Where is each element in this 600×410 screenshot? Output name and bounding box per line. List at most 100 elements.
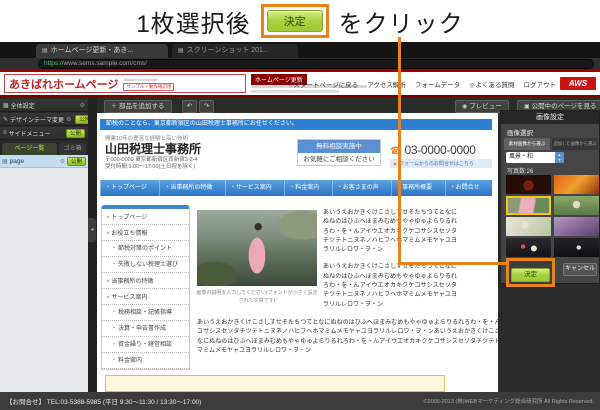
- paragraph: あいうえおかきくけこさしすせそたちつてとなにぬねのはひふへほまみむめもやゃゆゅよ…: [323, 209, 457, 255]
- service-logo-subtext: Akibare homepage: [123, 77, 174, 82]
- sidebar-collapse-handle[interactable]: ◂: [88, 218, 96, 242]
- page-favicon-icon: ▤: [42, 48, 48, 54]
- tab-title: ホームページ更新・あき...: [51, 47, 133, 54]
- aws-logo: AWS: [560, 77, 596, 90]
- panel-title: 画像設定: [501, 111, 599, 124]
- tab-uploaded-images[interactable]: 追加した画像から選ぶ: [552, 138, 598, 150]
- add-part-button[interactable]: ＋部品を追加する: [104, 100, 172, 113]
- menu-item[interactable]: 当事務所の特徴: [102, 273, 189, 289]
- page-name: page: [10, 158, 24, 165]
- article-paragraph-wide: あいうえおかきくけこさしすせそたちつてとなにぬねのはひふへほまみむめもやゃゆゅよ…: [197, 319, 498, 356]
- image-thumbnail[interactable]: [554, 175, 599, 194]
- cancel-button[interactable]: キャンセル: [563, 263, 597, 276]
- decide-button-callout: 決定: [261, 4, 329, 38]
- sidebar-item-global-settings[interactable]: ▦ 全体設定 ⚙: [0, 99, 88, 112]
- tab-stock-images[interactable]: 素材画像から選ぶ: [504, 138, 550, 150]
- tab-page-list[interactable]: ページ一覧: [2, 143, 57, 155]
- cms-footer: 【お問合せ】 TEL:03-5388-5985 (平日 9:30〜11:30 /…: [0, 392, 600, 410]
- tab-title: スクリーンショット 201...: [187, 47, 269, 54]
- image-thumbnail[interactable]: [506, 217, 551, 236]
- site-nav-services[interactable]: サービス案内: [225, 180, 284, 196]
- site-hours: 受付時間:9:00〜17:00(土日祝を除く): [105, 162, 195, 170]
- undo-button[interactable]: ↶: [182, 100, 197, 113]
- sidebar-item-side-menu[interactable]: ≡ サイドメニュー 公開: [0, 127, 88, 140]
- nav-logout-link[interactable]: ログアウト: [524, 79, 557, 89]
- site-nav-top[interactable]: トップページ: [100, 180, 159, 196]
- site-nav-voices[interactable]: お客さまの声: [332, 180, 391, 196]
- pencil-icon: ✎: [3, 116, 8, 123]
- image-settings-panel: 画像設定 画像選択 素材画像から選ぶ 追加した画像から選ぶ 風景・和 ▲▼ 写真…: [500, 110, 600, 284]
- gear-icon[interactable]: ⚙: [60, 158, 65, 165]
- phone-number: 03-0000-0000: [404, 143, 475, 157]
- plus-icon: ＋: [111, 104, 117, 110]
- callout-connector-vertical: [398, 37, 401, 265]
- address-bar[interactable]: https://www.sems.sample.com/cms/: [38, 59, 594, 69]
- decide-button-example: 決定: [267, 10, 323, 32]
- service-nav: ⌂スタートページに戻る アクセス解析 フォームデータ ◎よくある質問 ログアウト: [289, 72, 556, 95]
- sample-tag: サンプル・動作確認用: [123, 83, 174, 91]
- site-nav-contact[interactable]: お問合せ: [445, 180, 492, 196]
- menu-item[interactable]: 決算・申告書作成: [102, 321, 189, 337]
- footer-contact: 【お問合せ】 TEL:03-5388-5985 (平日 9:30〜11:30 /…: [6, 396, 201, 406]
- nav-start-page-link[interactable]: ⌂スタートページに戻る: [289, 79, 359, 89]
- home-icon: ⌂: [289, 83, 293, 89]
- form-contact-link[interactable]: ▶フォームからのお問合せはこちら: [390, 159, 492, 168]
- instruction-prefix: 1枚選択後: [136, 4, 250, 39]
- publish-button[interactable]: 公開: [66, 129, 85, 138]
- service-header: あきばれホームページ Akibare homepage サンプル・動作確認用 ホ…: [0, 70, 600, 97]
- image-thumbnail-grid: [506, 175, 600, 257]
- url-protocol: https://: [44, 60, 64, 67]
- decide-button-highlight: 決定: [506, 258, 555, 287]
- url-text: www.sems.sample.com/cms/: [64, 60, 147, 67]
- site-headline-bar[interactable]: 節税のことなら、東京都新宿区の山田税理士事務所にお任せください。: [100, 119, 492, 130]
- instruction-suffix: をクリック: [339, 4, 464, 39]
- page-favicon-icon: ▤: [178, 48, 184, 54]
- consult-box-body: お気軽にご相談ください: [298, 153, 380, 166]
- image-thumbnail[interactable]: [506, 238, 551, 257]
- paragraph: あいうえおかきくけこさしすせそたちつてとなにぬねのはひふへほまみむめもやゃゆゅよ…: [323, 263, 457, 309]
- image-thumbnail[interactable]: [554, 196, 599, 215]
- photo-count: 写真数:26: [507, 166, 533, 175]
- sidebar-item-design-theme[interactable]: ✎ デザインテーマ変更 ⚙ 公開: [0, 113, 88, 126]
- menu-item[interactable]: サービス案内: [102, 289, 189, 305]
- site-side-menu: トップページ お役立ち情報 節税対策のポイント 失敗しない税理士選び 当事務所の…: [101, 205, 190, 370]
- callout-connector-horizontal: [398, 262, 508, 265]
- consult-box: 無料相談実施中 お気軽にご相談ください: [297, 139, 381, 166]
- browser-tab-inactive[interactable]: ▤スクリーンショット 201...: [172, 44, 298, 58]
- image-thumbnail[interactable]: [506, 175, 551, 194]
- service-logo: あきばれホームページ: [9, 76, 118, 92]
- screenshot-root: 1枚選択後 決定 をクリック ▤ホームページ更新・あき... ▤スクリーンショッ…: [0, 0, 600, 410]
- contact-highlight-box: [105, 375, 445, 392]
- page-list: ▤ page ⚙ 公開: [0, 155, 88, 392]
- page-list-item[interactable]: ▤ page ⚙ 公開: [0, 155, 88, 168]
- image-category-select[interactable]: 風景・和 ▲▼: [506, 152, 564, 163]
- menu-item[interactable]: 税務相談・記帳指導: [102, 305, 189, 321]
- menu-item[interactable]: お役立ち情報: [102, 225, 189, 241]
- cms-sidebar: ▦ 全体設定 ⚙ ✎ デザインテーマ変更 ⚙ 公開 ≡ サイドメニュー 公開 ペ…: [0, 97, 88, 392]
- menu-item[interactable]: 資金繰り・経営相談: [102, 337, 189, 353]
- gear-icon[interactable]: ⚙: [80, 102, 85, 109]
- tab-trash[interactable]: ゴミ箱: [59, 143, 86, 155]
- menu-item[interactable]: 節税対策のポイント: [102, 241, 189, 257]
- menu-item[interactable]: トップページ: [102, 209, 189, 225]
- nav-faq-link[interactable]: ◎よくある質問: [469, 79, 514, 89]
- menu-item[interactable]: 料金案内: [102, 353, 189, 369]
- image-thumbnail-selected[interactable]: [506, 196, 551, 215]
- site-preview-canvas: 節税のことなら、東京都新宿区の山田税理士事務所にお任せください。 開業10年の豊…: [97, 113, 498, 392]
- image-thumbnail[interactable]: [554, 217, 599, 236]
- article-photo-kimono[interactable]: [197, 210, 317, 286]
- menu-item[interactable]: 失敗しない税理士選び: [102, 257, 189, 273]
- site-nav-features[interactable]: 当事務所の特徴: [159, 180, 224, 196]
- redo-button[interactable]: ↷: [199, 100, 214, 113]
- site-phone: ☎03-0000-0000: [390, 141, 476, 159]
- eye-icon: ◉: [462, 104, 467, 110]
- nav-form-data-link[interactable]: フォームデータ: [415, 79, 460, 89]
- browser-tab-active[interactable]: ▤ホームページ更新・あき...: [36, 44, 168, 58]
- decide-button[interactable]: 決定: [511, 268, 550, 282]
- image-thumbnail[interactable]: [554, 238, 599, 257]
- menu-icon: ≡: [3, 130, 7, 136]
- site-nav-pricing[interactable]: 料金案内: [284, 180, 331, 196]
- publish-button[interactable]: 公開: [67, 157, 86, 166]
- gear-icon[interactable]: ⚙: [66, 116, 71, 123]
- footer-copyright: ©2005-2013 (株)WEBマーケティング総合研究所 All Rights…: [424, 397, 595, 405]
